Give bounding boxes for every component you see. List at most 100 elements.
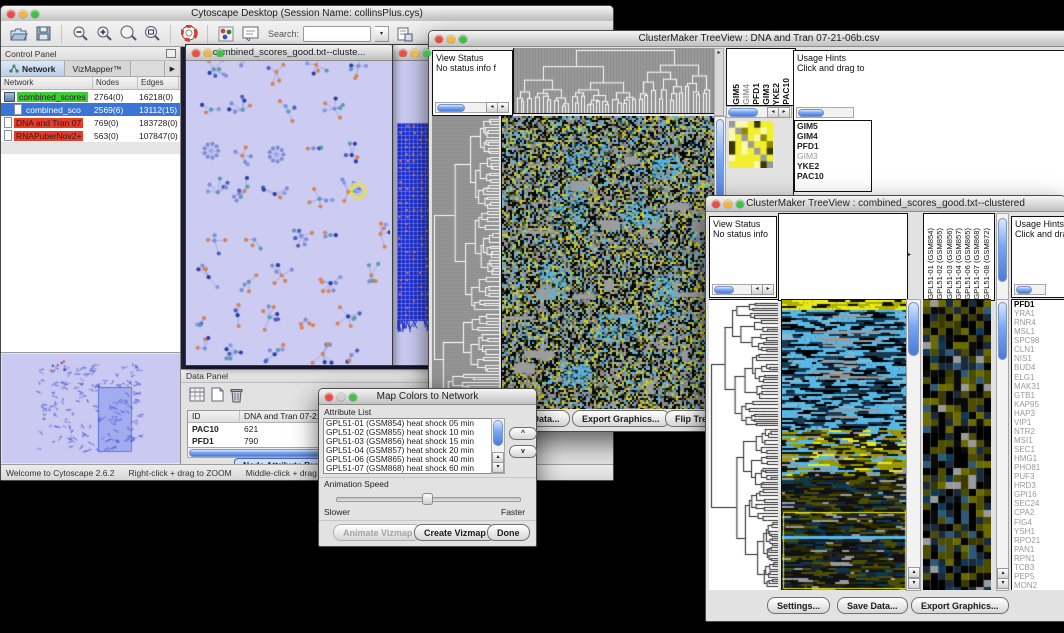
gene-label[interactable]: GIM4 [795,131,871,141]
gene-label[interactable]: GIM5 [795,121,871,131]
gene-label[interactable]: ELG1 [1012,373,1064,382]
zoom-selected-button[interactable] [118,24,138,44]
help-icon[interactable] [179,24,199,44]
dna-row-dendrogram[interactable] [432,116,499,409]
combined-column-label[interactable]: GPL51-07 (GSM868) [972,228,981,300]
gene-label[interactable]: CPA2 [1012,508,1064,517]
scroll-down-arrow[interactable]: ▾ [492,462,504,473]
scroll-up-arrow[interactable]: ▴ [908,567,920,578]
dna-zoom-hscrollbar[interactable]: ◂ ▸ [726,106,792,118]
gene-label[interactable]: RPO21 [1012,536,1064,545]
gene-label[interactable]: TCB3 [1012,563,1064,572]
treeview-combined-title-bar[interactable]: ClusterMaker TreeView : combined_scores_… [706,196,1064,212]
dna-zoom-heatmap[interactable] [729,121,773,168]
float-panel-icon[interactable] [166,49,176,58]
zoom-fit-button[interactable] [142,24,162,44]
network-row[interactable]: DNA and Tran 07 769(0) 183728(0) [1,116,180,129]
zoom-button[interactable] [31,10,39,18]
combined-row-dendrogram[interactable] [709,299,778,590]
new-attribute-icon[interactable] [211,387,224,405]
dna-export-graphics-button[interactable]: Export Graphics... [572,410,670,427]
open-session-button[interactable] [9,24,29,44]
gene-label[interactable]: PEP5 [1012,572,1064,581]
main-title-bar[interactable]: Cytoscape Desktop (Session Name: collins… [1,6,613,22]
view-status-hscrollbar[interactable] [435,102,489,113]
gene-label[interactable]: GPI16 [1012,490,1064,499]
col-network[interactable]: Network [1,77,93,89]
scroll-right-arrow[interactable]: ▸ [497,102,509,113]
zoom-button[interactable] [216,49,224,57]
gene-label[interactable]: NTR2 [1012,427,1064,436]
dna-column-dendrogram[interactable] [513,48,714,114]
close-button[interactable] [712,200,720,208]
attribute-list-item[interactable]: GPL51-07 (GSM868) heat shock 60 min [324,464,492,473]
gene-label[interactable]: CLN1 [1012,345,1064,354]
combined-column-label[interactable]: GPL51-04 (GSM857) [954,228,963,300]
dna-column-label[interactable]: PFD1 [751,83,761,105]
gene-label[interactable]: BUD4 [1012,363,1064,372]
gene-label[interactable]: MON2 [1012,581,1064,590]
scroll-down-arrow[interactable]: ▾ [997,578,1009,589]
gene-label[interactable]: SPC98 [1012,336,1064,345]
gene-label[interactable]: HRD3 [1012,481,1064,490]
gene-label[interactable]: PHO81 [1012,463,1064,472]
zoom-button[interactable] [459,35,467,43]
select-attributes-icon[interactable] [189,387,205,405]
gene-label[interactable]: YRA1 [1012,309,1064,318]
search-dropdown-arrow[interactable]: ▾ [375,26,389,42]
gene-label[interactable]: PUF3 [1012,472,1064,481]
create-vizmap-button[interactable]: Create Vizmap [414,524,496,541]
tab-network[interactable]: Network [1,61,65,76]
close-button[interactable] [325,393,333,401]
dna-splitter-strip[interactable]: ▸ [714,48,724,116]
zoom-in-button[interactable] [94,24,114,44]
expand-arrow[interactable]: ▸ [908,251,911,258]
network-overview-panel[interactable] [2,354,179,463]
gene-label[interactable]: HMG1 [1012,454,1064,463]
gene-label[interactable]: KAP95 [1012,400,1064,409]
combined-column-label[interactable]: GPL51-03 (GSM856) [945,228,954,300]
more-tabs-arrow[interactable]: ▶ [164,61,180,76]
animation-speed-thumb[interactable] [422,493,433,505]
dna-column-label[interactable]: YKE2 [771,83,781,105]
minimize-button[interactable] [724,200,732,208]
minimize-button[interactable] [411,49,419,57]
network-row[interactable]: combined_sco 2569(6) 13112(15) [1,103,180,116]
dna-column-label[interactable]: GIM4 [741,84,751,105]
combined-settings-button[interactable]: Settings... [767,597,830,614]
gene-label[interactable]: RPN1 [1012,554,1064,563]
view-status-hscrollbar[interactable] [712,284,752,295]
col-edges[interactable]: Edges [138,77,179,89]
gene-label[interactable]: PAC10 [795,171,871,181]
zoom-button[interactable] [736,200,744,208]
animate-vizmap-button[interactable]: Animate Vizmap [333,524,422,541]
combined-column-label[interactable]: GPL51-02 (GSM855) [935,228,944,300]
network1-view[interactable] [186,61,390,365]
dna-heatmap[interactable] [501,116,714,409]
gene-label[interactable]: RNR4 [1012,318,1064,327]
close-button[interactable] [192,49,200,57]
save-session-button[interactable] [33,24,53,44]
dna-column-label[interactable]: GIM5 [731,84,741,105]
move-attribute-down-button[interactable]: v [509,445,537,458]
combined-column-dendrogram-area[interactable] [778,213,908,301]
gene-label[interactable]: PFD1 [795,141,871,151]
zoom-button[interactable] [349,393,357,401]
usage-hints-hscrollbar[interactable] [796,107,854,118]
gene-label[interactable]: SEC1 [1012,445,1064,454]
scroll-right-arrow[interactable]: ▸ [778,107,790,118]
scroll-down-arrow[interactable]: ▾ [908,578,920,589]
gene-label[interactable]: SEC24 [1012,499,1064,508]
minimize-button[interactable] [337,393,345,401]
col-nodes[interactable]: Nodes [93,77,138,89]
dna-column-label[interactable]: PAC10 [781,78,791,105]
gene-label[interactable]: PAN1 [1012,545,1064,554]
usage-hints-hscrollbar[interactable] [1014,284,1046,295]
vizmapper-icon[interactable] [216,24,236,44]
attribute-list-vscrollbar[interactable]: ▴ ▾ [491,418,505,474]
gene-label[interactable]: VIP1 [1012,418,1064,427]
network-row[interactable]: combined_scores 2764(0) 16218(0) [1,90,180,103]
combined-genelist-vscrollbar[interactable]: ▴ ▾ [996,299,1009,591]
done-button[interactable]: Done [487,524,530,541]
search-input[interactable] [303,26,371,42]
